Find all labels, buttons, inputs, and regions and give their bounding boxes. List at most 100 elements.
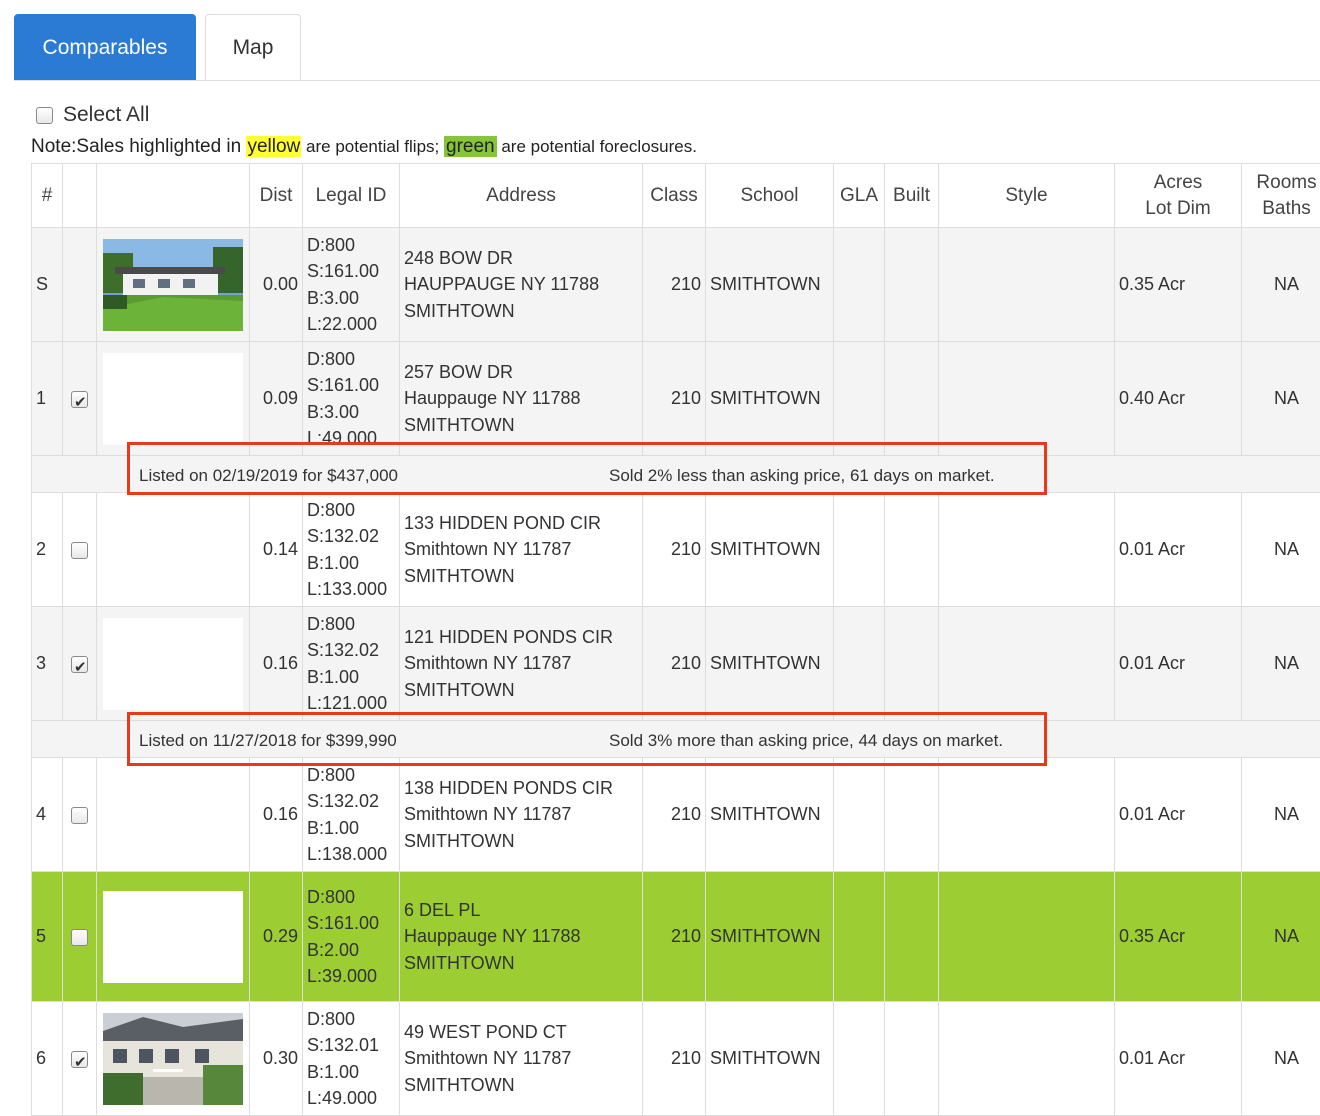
legal-block: B:1.00 xyxy=(307,818,359,838)
col-header-style[interactable]: Style xyxy=(939,164,1115,228)
legal-lot: L:121.000 xyxy=(307,693,387,713)
address-city: Smithtown NY 11787 xyxy=(404,653,571,673)
row-legal-id: D:800 S:161.00 B:2.00 L:39.000 xyxy=(303,872,400,1002)
row-photo-cell xyxy=(97,1002,250,1116)
legal-district: D:800 xyxy=(307,887,355,907)
col-header-address[interactable]: Address xyxy=(400,164,643,228)
row-legal-id: D:800 S:161.00 B:3.00 L:49.000 xyxy=(303,342,400,456)
table-row[interactable]: 3 0.16 D:800 S:132.02 B:1.00 L:121.000 1… xyxy=(32,607,1320,721)
select-all-label: Select All xyxy=(63,103,149,127)
row-acres: 0.40 Acr xyxy=(1115,342,1242,456)
col-header-dist[interactable]: Dist xyxy=(250,164,303,228)
blank-photo[interactable] xyxy=(103,891,243,983)
house-exterior-photo[interactable] xyxy=(103,239,243,331)
address-street: 121 HIDDEN PONDS CIR xyxy=(404,627,613,647)
col-header-acres[interactable]: AcresLot Dim xyxy=(1115,164,1242,228)
listing-info-row: Listed on 11/27/2018 for $399,990 Sold 3… xyxy=(32,721,1320,758)
row-checkbox[interactable] xyxy=(71,1051,88,1068)
address-city: Smithtown NY 11787 xyxy=(404,1048,571,1068)
row-style xyxy=(939,493,1115,607)
legal-section: S:132.01 xyxy=(307,1035,379,1055)
col-header-legal-id[interactable]: Legal ID xyxy=(303,164,400,228)
row-checkbox[interactable] xyxy=(71,807,88,824)
listing-info-cell: Listed on 02/19/2019 for $437,000 Sold 2… xyxy=(32,456,1320,493)
address-city: Smithtown NY 11787 xyxy=(404,804,571,824)
legal-block: B:2.00 xyxy=(307,940,359,960)
tab-map[interactable]: Map xyxy=(205,14,301,81)
tab-bar: Comparables Map xyxy=(0,0,1320,81)
row-select-cell xyxy=(63,342,97,456)
col-header-school[interactable]: School xyxy=(706,164,834,228)
blank-photo[interactable] xyxy=(103,618,243,710)
table-row[interactable]: 6 0.30 D:800 xyxy=(32,1002,1320,1116)
row-gla xyxy=(834,493,885,607)
address-town: SMITHTOWN xyxy=(404,1075,515,1095)
row-checkbox[interactable] xyxy=(71,391,88,408)
row-style xyxy=(939,607,1115,721)
col-header-built[interactable]: Built xyxy=(885,164,939,228)
address-street: 6 DEL PL xyxy=(404,900,480,920)
row-rooms: NA xyxy=(1242,228,1320,342)
legal-district: D:800 xyxy=(307,235,355,255)
col-header-gla[interactable]: GLA xyxy=(834,164,885,228)
blank-photo[interactable] xyxy=(103,353,243,445)
row-acres: 0.01 Acr xyxy=(1115,493,1242,607)
legal-section: S:132.02 xyxy=(307,791,379,811)
row-select-cell xyxy=(63,493,97,607)
col-header-rooms[interactable]: RoomsBaths xyxy=(1242,164,1320,228)
row-built xyxy=(885,607,939,721)
table-row[interactable]: 1 0.09 D:800 S:161.00 B:3.00 L:49.000 25… xyxy=(32,342,1320,456)
address-city: Hauppauge NY 11788 xyxy=(404,388,580,408)
row-checkbox[interactable] xyxy=(71,929,88,946)
row-gla xyxy=(834,607,885,721)
note-prefix: Note:Sales highlighted in xyxy=(31,136,246,157)
row-acres: 0.35 Acr xyxy=(1115,872,1242,1002)
row-legal-id: D:800 S:132.02 B:1.00 L:133.000 xyxy=(303,493,400,607)
table-row-foreclosure[interactable]: 5 0.29 D:800 S:161.00 B:2.00 L:39.000 6 … xyxy=(32,872,1320,1002)
row-class: 210 xyxy=(643,493,706,607)
row-school: SMITHTOWN xyxy=(706,228,834,342)
col-header-num[interactable]: # xyxy=(32,164,63,228)
tab-comparables[interactable]: Comparables xyxy=(14,14,196,81)
select-all-checkbox[interactable] xyxy=(36,107,53,124)
table-row[interactable]: S 0.00 D xyxy=(32,228,1320,342)
townhouse-photo[interactable] xyxy=(103,1013,243,1105)
row-address: 6 DEL PL Hauppauge NY 11788 SMITHTOWN xyxy=(400,872,643,1002)
row-number: 4 xyxy=(32,758,63,872)
row-class: 210 xyxy=(643,228,706,342)
row-select-cell xyxy=(63,607,97,721)
row-number: 2 xyxy=(32,493,63,607)
row-rooms: NA xyxy=(1242,758,1320,872)
select-all[interactable]: Select All xyxy=(36,102,149,128)
row-checkbox[interactable] xyxy=(71,656,88,673)
row-school: SMITHTOWN xyxy=(706,493,834,607)
legal-block: B:1.00 xyxy=(307,667,359,687)
row-photo-cell xyxy=(97,228,250,342)
table-row[interactable]: 4 0.16 D:800 S:132.02 B:1.00 L:138.000 1… xyxy=(32,758,1320,872)
row-rooms: NA xyxy=(1242,342,1320,456)
legal-lot: L:49.000 xyxy=(307,1088,377,1108)
row-class: 210 xyxy=(643,607,706,721)
legal-district: D:800 xyxy=(307,349,355,369)
row-distance: 0.14 xyxy=(250,493,303,607)
row-select-cell xyxy=(63,228,97,342)
address-street: 138 HIDDEN PONDS CIR xyxy=(404,778,613,798)
row-photo-cell xyxy=(97,872,250,1002)
col-header-class[interactable]: Class xyxy=(643,164,706,228)
address-street: 49 WEST POND CT xyxy=(404,1022,567,1042)
row-distance: 0.16 xyxy=(250,607,303,721)
note-middle: are potential flips; xyxy=(301,137,444,156)
legal-section: S:161.00 xyxy=(307,913,379,933)
row-acres: 0.01 Acr xyxy=(1115,607,1242,721)
row-school: SMITHTOWN xyxy=(706,342,834,456)
row-checkbox[interactable] xyxy=(71,542,88,559)
address-city: Hauppauge NY 11788 xyxy=(404,926,580,946)
legal-section: S:132.02 xyxy=(307,640,379,660)
row-gla xyxy=(834,1002,885,1116)
address-town: SMITHTOWN xyxy=(404,415,515,435)
col-header-rooms-line2: Baths xyxy=(1262,198,1311,219)
row-distance: 0.00 xyxy=(250,228,303,342)
table-row[interactable]: 2 0.14 D:800 S:132.02 B:1.00 L:133.000 1… xyxy=(32,493,1320,607)
row-school: SMITHTOWN xyxy=(706,758,834,872)
address-street: 248 BOW DR xyxy=(404,248,513,268)
